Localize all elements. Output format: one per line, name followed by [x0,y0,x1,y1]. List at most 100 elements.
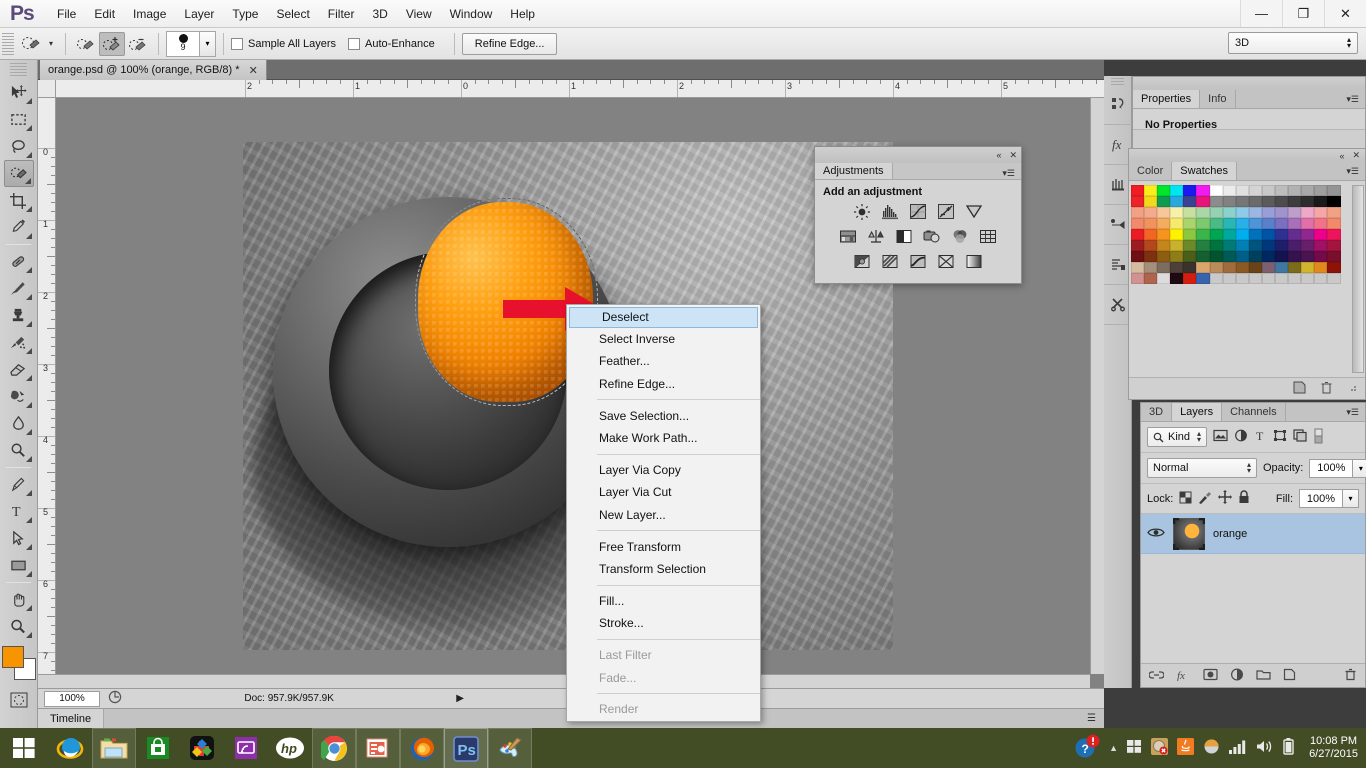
color-swatch[interactable] [1275,196,1288,207]
color-swatch[interactable] [1327,196,1340,207]
menu-item-help[interactable]: Help [501,3,544,25]
taskbar-presentation-app[interactable] [356,728,400,768]
color-swatch[interactable] [1131,273,1144,284]
color-swatch[interactable] [1196,196,1209,207]
dodge-tool[interactable] [4,437,34,464]
color-swatch[interactable] [1275,240,1288,251]
color-swatch[interactable] [1170,218,1183,229]
color-swatch[interactable] [1131,240,1144,251]
color-swatch[interactable] [1144,185,1157,196]
windows-icon[interactable] [1127,739,1142,757]
move-tool[interactable] [4,79,34,106]
show-hidden-icons-icon[interactable]: ▲ [1109,743,1118,753]
rail-grip[interactable] [1111,78,1124,85]
color-swatch[interactable] [1170,262,1183,273]
vibrance-icon[interactable] [964,202,984,221]
color-swatch[interactable] [1249,207,1262,218]
color-swatch[interactable] [1301,240,1314,251]
taskbar-puzzle-app[interactable] [180,728,224,768]
collapse-icon[interactable]: « [996,150,1001,160]
color-swatch[interactable] [1288,185,1301,196]
layer-name[interactable]: orange [1213,528,1247,540]
horizontal-scrollbar[interactable] [38,674,1090,688]
layer-filter-kind[interactable]: Kind ▴▾ [1147,427,1207,447]
color-swatch[interactable] [1131,262,1144,273]
context-menu-item-new-layer[interactable]: New Layer... [567,504,760,527]
history-brush-tool[interactable] [4,329,34,356]
color-swatch[interactable] [1157,273,1170,284]
tool-preset-caret[interactable]: ▾ [44,33,58,55]
close-icon[interactable]: ✕ [249,64,258,77]
color-swatch[interactable] [1196,240,1209,251]
color-swatch[interactable] [1236,185,1249,196]
color-swatch[interactable] [1157,185,1170,196]
color-swatch[interactable] [1275,229,1288,240]
foreground-color-swatch[interactable] [2,646,24,668]
taskbar-paint-app[interactable] [488,728,532,768]
context-menu-item-make-work-path[interactable]: Make Work Path... [567,427,760,450]
color-swatch[interactable] [1275,207,1288,218]
context-menu-item-fill[interactable]: Fill... [567,590,760,613]
tab-layers[interactable]: Layers [1172,403,1222,421]
color-swatch[interactable] [1210,218,1223,229]
color-swatch[interactable] [1275,251,1288,262]
brush-size-preview[interactable]: 9 [166,31,200,57]
close-icon[interactable]: ✕ [1009,150,1017,161]
collapse-icon[interactable]: « [1339,151,1344,161]
color-swatch[interactable] [1210,251,1223,262]
color-swatch[interactable] [1170,251,1183,262]
taskbar-adobe-photoshop[interactable]: Ps [444,728,488,768]
color-swatch[interactable] [1301,196,1314,207]
color-swatch[interactable] [1249,196,1262,207]
color-swatch[interactable] [1236,229,1249,240]
selection-context-menu[interactable]: DeselectSelect InverseFeather...Refine E… [566,304,761,722]
taskbar-windows-store[interactable] [136,728,180,768]
color-swatch[interactable] [1327,273,1340,284]
color-swatch[interactable] [1144,196,1157,207]
color-swatch[interactable] [1275,218,1288,229]
menu-item-select[interactable]: Select [267,3,318,25]
color-swatch[interactable] [1262,207,1275,218]
color-swatch[interactable] [1144,273,1157,284]
color-swatch[interactable] [1210,229,1223,240]
color-swatch[interactable] [1196,218,1209,229]
color-swatch[interactable] [1262,218,1275,229]
color-swatch[interactable] [1210,273,1223,284]
color-balance-icon[interactable] [866,227,886,246]
color-swatch[interactable] [1314,185,1327,196]
filter-toggle-icon[interactable] [1313,428,1324,447]
color-swatch[interactable] [1170,229,1183,240]
color-swatch[interactable] [1183,207,1196,218]
color-swatch[interactable] [1196,229,1209,240]
color-swatch[interactable] [1249,273,1262,284]
color-swatch[interactable] [1144,240,1157,251]
filter-type-icon[interactable]: T [1254,429,1267,445]
color-swatch[interactable] [1301,185,1314,196]
lasso-tool[interactable] [4,133,34,160]
context-menu-item-select-inverse[interactable]: Select Inverse [567,328,760,351]
color-swatch[interactable] [1223,207,1236,218]
color-swatch[interactable] [1327,185,1340,196]
threshold-icon[interactable] [908,252,928,271]
color-swatch[interactable] [1262,262,1275,273]
filter-pixel-icon[interactable] [1213,429,1228,445]
color-swatch[interactable] [1314,273,1327,284]
java-icon[interactable] [1177,738,1194,758]
menu-item-window[interactable]: Window [441,3,502,25]
filter-shape-icon[interactable] [1273,429,1287,445]
color-swatch[interactable] [1236,196,1249,207]
color-swatch[interactable] [1288,262,1301,273]
hand-tool[interactable] [4,586,34,613]
curves-icon[interactable] [908,202,928,221]
adjustments-panel-titlebar[interactable]: « ✕ [815,147,1021,163]
network-signal-icon[interactable] [1229,739,1247,757]
color-swatch[interactable] [1288,273,1301,284]
channel-mixer-icon[interactable] [950,227,970,246]
color-swatch[interactable] [1196,251,1209,262]
color-swatch[interactable] [1131,218,1144,229]
color-swatch[interactable] [1236,273,1249,284]
color-swatch[interactable] [1288,218,1301,229]
color-swatch[interactable] [1196,273,1209,284]
color-swatch[interactable] [1131,229,1144,240]
options-bar-grip[interactable] [2,33,14,55]
